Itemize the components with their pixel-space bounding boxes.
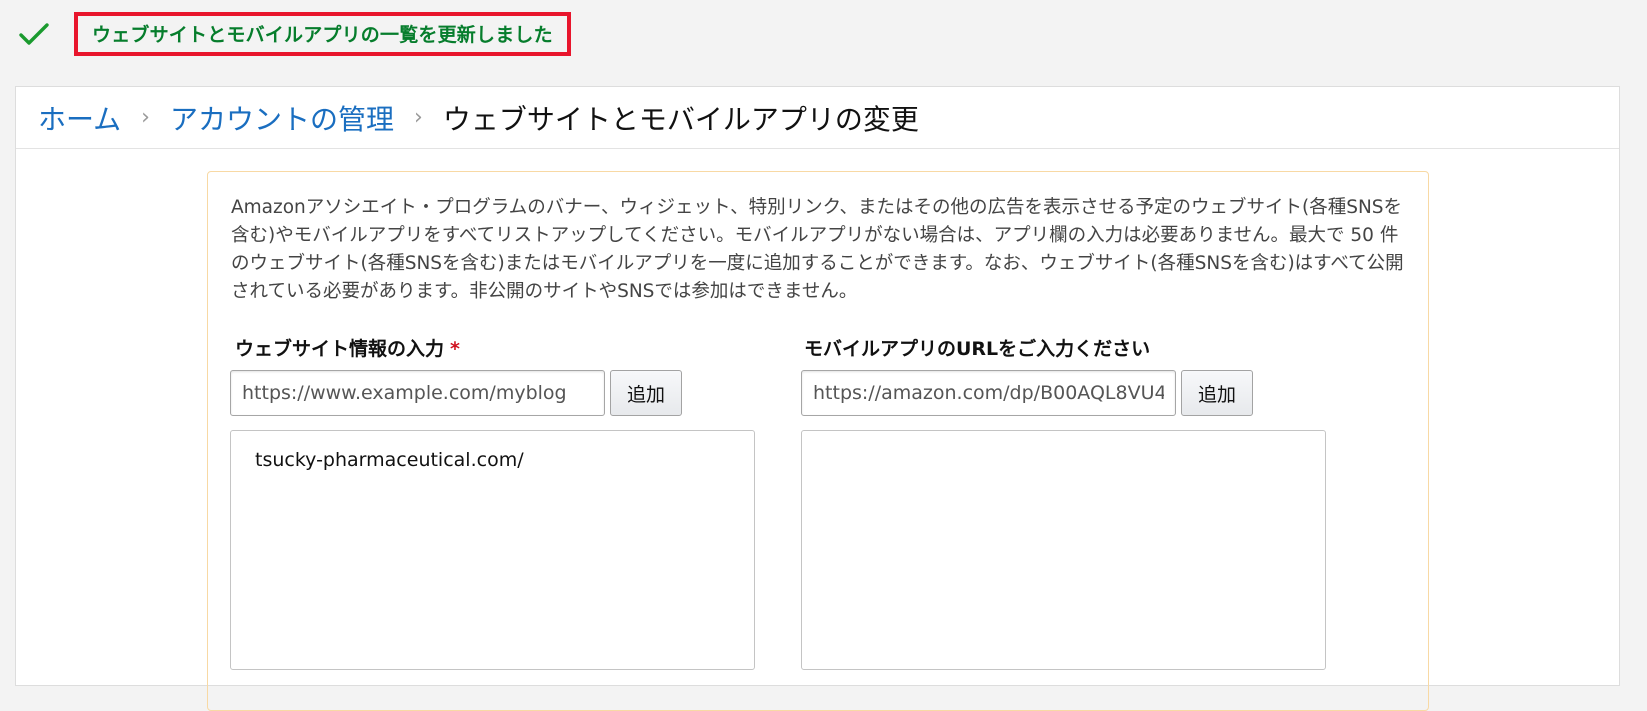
website-list[interactable]: tsucky-pharmaceutical.com/ bbox=[230, 430, 755, 670]
form-box: Amazonアソシエイト・プログラムのバナー、ウィジェット、特別リンク、またはそ… bbox=[207, 171, 1429, 711]
page-title: ウェブサイトとモバイルアプリの変更 bbox=[442, 102, 919, 136]
website-label: ウェブサイト情報の入力 * bbox=[235, 334, 460, 361]
website-url-input[interactable] bbox=[230, 370, 605, 416]
success-alert: ウェブサイトとモバイルアプリの一覧を更新しました bbox=[16, 12, 571, 56]
chevron-right-icon: › bbox=[414, 105, 423, 130]
required-mark: * bbox=[450, 338, 460, 360]
list-item[interactable]: tsucky-pharmaceutical.com/ bbox=[255, 449, 730, 471]
check-icon bbox=[19, 23, 49, 45]
website-label-text: ウェブサイト情報の入力 bbox=[235, 338, 445, 360]
app-label: モバイルアプリのURLをご入力ください bbox=[804, 338, 1151, 360]
breadcrumb-home-link[interactable]: ホーム bbox=[38, 98, 121, 138]
breadcrumb: ホーム › アカウントの管理 › ウェブサイトとモバイルアプリの変更 bbox=[16, 87, 1619, 149]
alert-message: ウェブサイトとモバイルアプリの一覧を更新しました bbox=[74, 12, 571, 56]
chevron-right-icon: › bbox=[141, 105, 150, 130]
add-website-button[interactable]: 追加 bbox=[610, 370, 682, 416]
add-app-button[interactable]: 追加 bbox=[1181, 370, 1253, 416]
app-list[interactable] bbox=[801, 430, 1326, 670]
main-panel: ホーム › アカウントの管理 › ウェブサイトとモバイルアプリの変更 Amazo… bbox=[15, 86, 1620, 711]
intro-text: Amazonアソシエイト・プログラムのバナー、ウィジェット、特別リンク、またはそ… bbox=[231, 197, 1404, 302]
breadcrumb-account-link[interactable]: アカウントの管理 bbox=[170, 98, 394, 138]
app-url-input[interactable] bbox=[801, 370, 1176, 416]
